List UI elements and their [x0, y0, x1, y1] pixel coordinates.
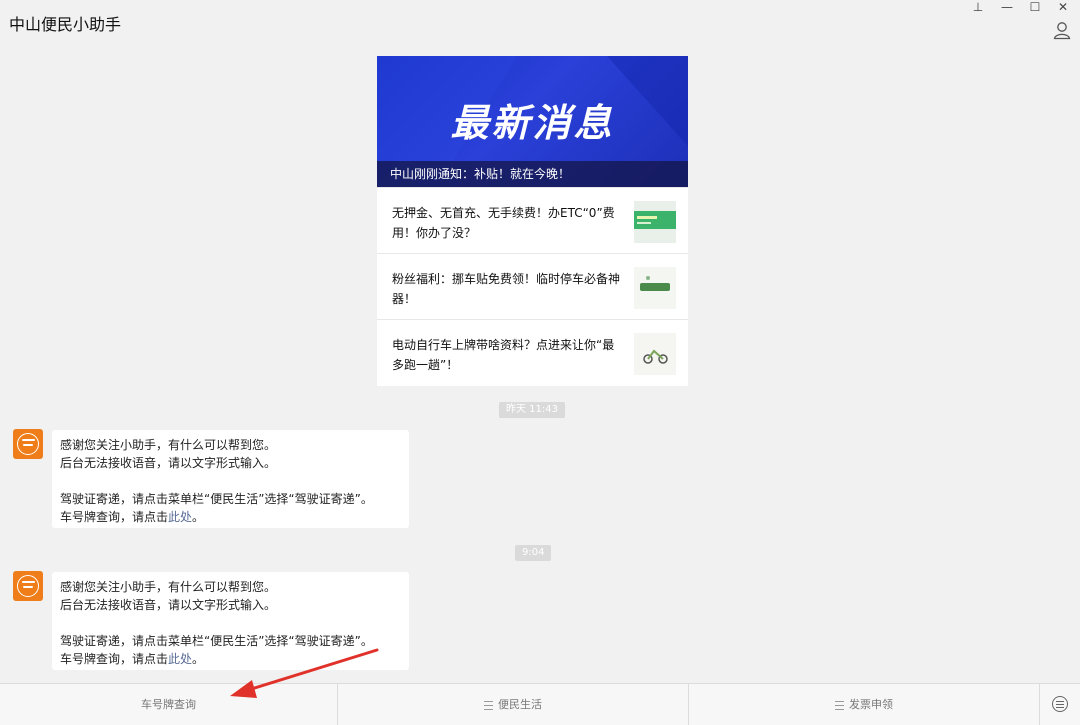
menu-label: 便民生活 — [498, 698, 542, 711]
article-thumbnail — [634, 333, 676, 375]
submenu-icon — [835, 700, 844, 710]
logo-icon — [17, 575, 39, 597]
pin-icon[interactable]: ⊥ — [969, 0, 987, 14]
menu-label: 车号牌查询 — [141, 698, 196, 711]
menu-life-services[interactable]: 便民生活 — [338, 684, 688, 725]
keyboard-toggle-icon[interactable] — [1052, 696, 1068, 712]
article-card[interactable]: 最新消息 中山刚刚通知：补贴！就在今晚！ 无押金、无首充、无手续费！办ETC“0… — [377, 56, 688, 386]
message-text: 驾驶证寄递，请点击菜单栏“便民生活”选择“驾驶证寄递”。 — [60, 492, 373, 506]
timestamp: 昨天 11:43 — [499, 402, 565, 418]
article-thumbnail — [634, 267, 676, 309]
article-thumbnail — [634, 201, 676, 243]
menu-invoice[interactable]: 发票申领 — [689, 684, 1039, 725]
message-bubble: 感谢您关注小助手，有什么可以帮到您。 后台无法接收语音，请以文字形式输入。 驾驶… — [52, 430, 409, 528]
minimize-icon[interactable]: — — [998, 0, 1016, 14]
message-text: 后台无法接收语音，请以文字形式输入。 — [60, 598, 277, 612]
maximize-icon[interactable]: ☐ — [1026, 0, 1044, 14]
menu-bar: 车号牌查询 便民生活 发票申领 — [0, 683, 1080, 725]
inline-link[interactable]: 此处 — [168, 510, 192, 524]
menu-divider — [1039, 684, 1040, 725]
hero-caption[interactable]: 中山刚刚通知：补贴！就在今晚！ — [377, 161, 688, 187]
hero-banner[interactable]: 最新消息 中山刚刚通知：补贴！就在今晚！ — [377, 56, 688, 187]
article-title: 粉丝福利：挪车贴免费领！临时停车必备神 器！ — [392, 272, 621, 306]
logo-icon — [17, 433, 39, 455]
message-text: 驾驶证寄递，请点击菜单栏“便民生活”选择“驾驶证寄递”。 — [60, 634, 373, 648]
avatar[interactable] — [13, 429, 43, 459]
message-text: 车号牌查询，请点击此处。 — [60, 510, 205, 524]
message-bubble: 感谢您关注小助手，有什么可以帮到您。 后台无法接收语音，请以文字形式输入。 驾驶… — [52, 572, 409, 670]
message-text: 感谢您关注小助手，有什么可以帮到您。 — [60, 580, 277, 594]
menu-label: 发票申领 — [849, 698, 893, 711]
hero-title: 最新消息 — [450, 101, 615, 145]
message-text: 感谢您关注小助手，有什么可以帮到您。 — [60, 438, 277, 452]
article-title: 无押金、无首充、无手续费！办ETC“0”费 用！你办了没？ — [392, 206, 615, 240]
timestamp: 9:04 — [515, 545, 552, 561]
menu-plate-query[interactable]: 车号牌查询 — [0, 684, 337, 725]
message-text: 车号牌查询，请点击此处。 — [60, 652, 205, 666]
avatar[interactable] — [13, 571, 43, 601]
article-item[interactable]: 无押金、无首充、无手续费！办ETC“0”费 用！你办了没？ — [377, 187, 688, 253]
article-title: 电动自行车上牌带啥资料？点进来让你“最 多跑一趟”！ — [392, 338, 615, 372]
title-bar: 中山便民小助手 ⊥ — ☐ ✕ — [0, 0, 1080, 46]
close-icon[interactable]: ✕ — [1054, 0, 1072, 14]
app-title: 中山便民小助手 — [9, 15, 122, 34]
article-item[interactable]: 粉丝福利：挪车贴免费领！临时停车必备神 器！ — [377, 253, 688, 319]
article-item[interactable]: 电动自行车上牌带啥资料？点进来让你“最 多跑一趟”！ — [377, 319, 688, 385]
profile-icon[interactable] — [1052, 20, 1072, 40]
submenu-icon — [484, 700, 493, 710]
inline-link[interactable]: 此处 — [168, 652, 192, 666]
message-text: 后台无法接收语音，请以文字形式输入。 — [60, 456, 277, 470]
